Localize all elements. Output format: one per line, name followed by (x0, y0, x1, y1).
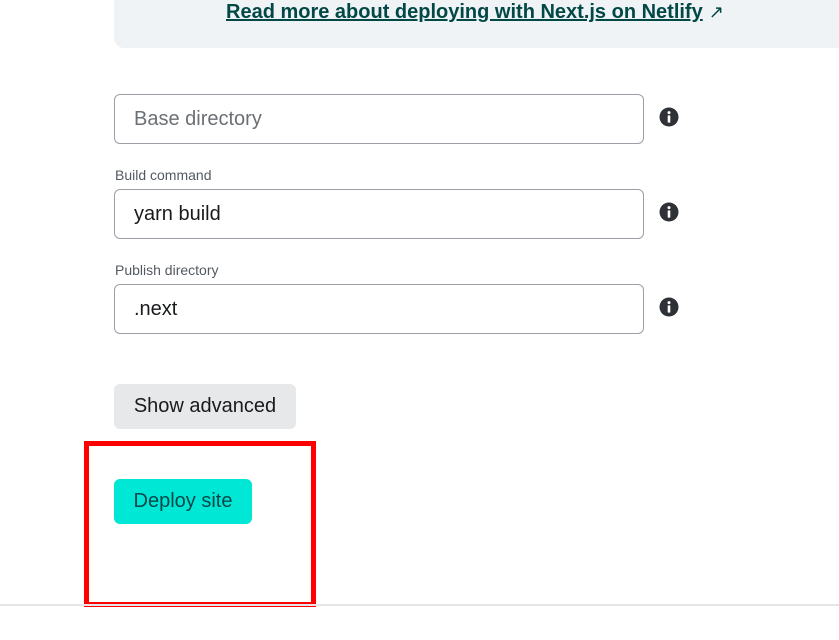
deploy-settings-page: Read more about deploying with Next.js o… (0, 0, 839, 640)
section-divider (0, 604, 839, 606)
publish-directory-input[interactable] (114, 284, 644, 334)
deploy-docs-link[interactable]: Read more about deploying with Next.js o… (226, 1, 724, 24)
build-command-label: Build command (115, 167, 212, 183)
publish-directory-info-icon[interactable] (659, 297, 679, 317)
base-directory-info-icon[interactable] (659, 107, 679, 127)
highlight-annotation-box (84, 441, 316, 607)
build-command-input[interactable] (114, 189, 644, 239)
show-advanced-button[interactable]: Show advanced (114, 384, 296, 429)
external-arrow-icon: ↗ (708, 2, 724, 22)
deploy-docs-link-text: Read more about deploying with Next.js o… (226, 1, 703, 23)
base-directory-input[interactable] (114, 94, 644, 144)
publish-directory-label: Publish directory (115, 262, 219, 278)
build-command-info-icon[interactable] (659, 202, 679, 222)
